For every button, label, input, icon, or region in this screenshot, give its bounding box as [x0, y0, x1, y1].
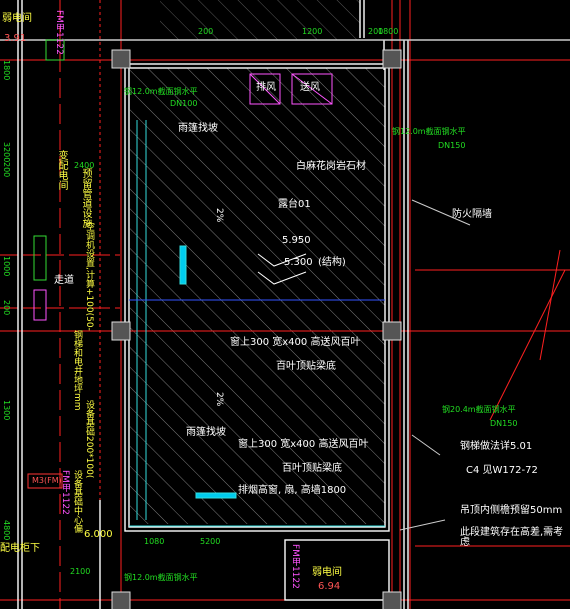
- steel-note: 钢梯做法详5.01: [460, 441, 533, 452]
- rain-note: 此段建筑存在高差,需考虑: [460, 527, 564, 548]
- dim-2100: 2100: [70, 567, 91, 576]
- pipe-right: 钢12.0m截面钢水平: [392, 127, 466, 136]
- note-firewall: 防火隔墙: [452, 209, 492, 220]
- left-vert-1: 预留管道设施: [80, 168, 91, 228]
- left-dim-label: 1000: [2, 256, 11, 277]
- left-bottom-text: 配电柜下: [0, 543, 40, 554]
- left-dim-label: 4800: [2, 520, 11, 541]
- room-bottom-value: 6.94: [318, 581, 341, 592]
- exhaust-note: 排烟高窗, 扇, 高墙1800: [238, 485, 347, 496]
- elev-2-note: (结构): [318, 257, 346, 268]
- note-stone: 白麻花岗岩石材: [296, 161, 366, 172]
- elev-1: 5.950: [282, 235, 311, 246]
- equip-paifeng: 排风: [256, 82, 276, 93]
- left-dim-label: 3200: [2, 142, 11, 163]
- left-vert-3: 空调机设置,计算+100(50-: [84, 222, 94, 331]
- win-note-1: 窗上300 宽x400 高送风百叶: [230, 337, 361, 348]
- room-bottom: 弱电间: [312, 567, 342, 578]
- dim-1080: 1080: [144, 537, 165, 546]
- win-note-2b: 百叶顶贴梁底: [282, 463, 342, 474]
- ceiling-note: 吊顶内侧檐预留50mm: [460, 505, 563, 516]
- rain-1: 雨篷找坡: [178, 123, 218, 134]
- fm-top: FM甲1122: [54, 10, 64, 55]
- dim-1800: 1800: [378, 27, 399, 36]
- win-note-2: 窗上300 宽x400 高送风百叶: [238, 439, 369, 450]
- left-vert-4: 钢梯和电井地坪mm: [72, 330, 82, 411]
- equip-songfeng: 送风: [300, 82, 320, 93]
- dim-200-a: 200: [198, 27, 214, 36]
- rain-2: 雨篷找坡: [186, 427, 226, 438]
- room-top-right-value: 3.91: [4, 33, 27, 44]
- dim-5200: 5200: [200, 537, 221, 546]
- left-corridor: 走道: [54, 275, 74, 286]
- labels-layer: 弱电间 3.91 FM甲1122 200 200 1200 1800 2400 …: [0, 0, 570, 609]
- slope-2: 2%: [214, 392, 224, 407]
- platform: 露台01: [278, 199, 311, 210]
- left-dim-label: 1800: [2, 60, 11, 81]
- pipe-bottom: 钢12.0m截面钢水平: [124, 573, 198, 582]
- pipe-top: 钢12.0m截面钢水平: [124, 87, 198, 96]
- dim-1200: 1200: [302, 27, 323, 36]
- elev-left: 6.000: [84, 529, 113, 540]
- fm-bottom: FM甲1122: [290, 544, 300, 589]
- elev-2: 5.300: [284, 257, 313, 268]
- left-vert-2: 变配电间: [56, 150, 67, 190]
- dn-top: DN100: [170, 99, 198, 108]
- dn-right-2: DN150: [490, 419, 518, 428]
- pipe-right-2: 钢20.4m截面钢水平: [442, 405, 516, 414]
- left-bottom-box: M3(FM): [32, 476, 62, 485]
- slope-1: 2%: [214, 208, 224, 223]
- win-note-1b: 百叶顶贴梁底: [276, 361, 336, 372]
- dn-right: DN150: [438, 141, 466, 150]
- left-dim-label: 1300: [2, 400, 11, 421]
- left-vert-6: 设备基础中心偏: [72, 470, 82, 533]
- room-top-right: 弱电间: [2, 13, 32, 24]
- left-dim-label: 200: [2, 162, 11, 178]
- ref-note: C4 见W172-72: [466, 465, 538, 476]
- left-vert-5: 设备基础200*100(: [84, 400, 94, 479]
- left-dim-label: 200: [2, 300, 11, 316]
